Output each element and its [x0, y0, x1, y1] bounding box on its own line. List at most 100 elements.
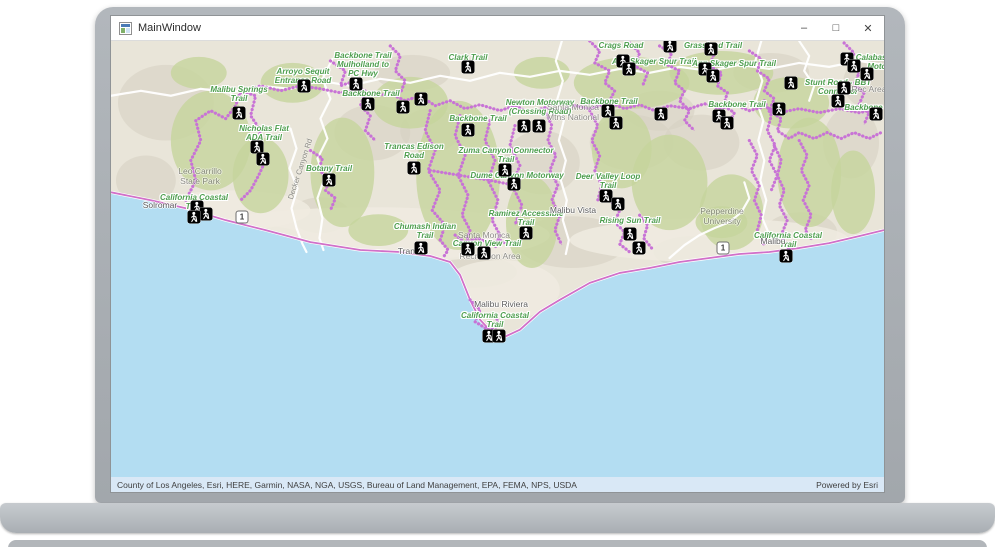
hiker-icon — [365, 98, 372, 110]
minimize-button[interactable]: – — [788, 16, 820, 40]
hiker-marker[interactable] — [414, 92, 428, 106]
hiker-marker[interactable] — [396, 100, 410, 114]
hiker-marker[interactable] — [837, 81, 851, 95]
place-label: Malibu — [760, 236, 786, 246]
trail-label: Deer Valley Loop Trail — [575, 172, 641, 190]
hiker-icon — [481, 247, 488, 259]
hiker-marker[interactable] — [532, 119, 546, 133]
hiker-icon — [465, 61, 472, 73]
hiker-icon — [783, 250, 790, 262]
hiker-icon — [411, 162, 418, 174]
hiker-marker[interactable] — [847, 59, 861, 73]
highway-shield: 1 — [716, 241, 730, 255]
hiker-marker[interactable] — [831, 94, 845, 108]
hiker-marker[interactable] — [779, 249, 793, 263]
laptop-base-edge — [8, 540, 987, 547]
hiker-marker[interactable] — [492, 329, 506, 343]
window-titlebar[interactable]: MainWindow – □ ✕ — [111, 16, 884, 41]
place-label: Rec Area — [851, 84, 884, 94]
hiker-marker[interactable] — [187, 210, 201, 224]
hiker-icon — [353, 78, 360, 90]
hiker-icon — [788, 77, 795, 89]
hiker-marker[interactable] — [232, 106, 246, 120]
trail-label: Backbone Trail — [708, 100, 766, 109]
hiker-marker[interactable] — [199, 207, 213, 221]
trail-label: Trancas Edison Road — [384, 142, 444, 160]
hiker-marker[interactable] — [704, 42, 718, 56]
hiker-marker[interactable] — [609, 116, 623, 130]
hiker-marker[interactable] — [663, 41, 677, 53]
hiker-marker[interactable] — [297, 79, 311, 93]
trail-label: California CoastalTrail — [460, 311, 530, 329]
hiker-marker[interactable] — [519, 226, 533, 240]
hiker-icon — [418, 93, 425, 105]
trail-label: Backbone Trail — [449, 114, 507, 123]
hiker-marker[interactable] — [498, 163, 512, 177]
hiker-icon — [776, 103, 783, 115]
hiker-marker[interactable] — [414, 241, 428, 255]
laptop-screen: MainWindow – □ ✕ Backbone Trail Mulhollan… — [110, 15, 885, 493]
hiker-marker[interactable] — [256, 152, 270, 166]
map-view[interactable]: Backbone Trail Mulholland to PC Hwy Arroyo … — [111, 41, 884, 477]
trail-label: Botany Trail — [305, 164, 353, 173]
hiker-icon — [873, 108, 880, 120]
hiker-icon — [400, 101, 407, 113]
hiker-marker[interactable] — [632, 241, 646, 255]
hiker-icon — [835, 95, 842, 107]
hiker-icon — [710, 70, 717, 82]
attribution-sources: County of Los Angeles, Esri, HERE, Garmi… — [117, 479, 577, 490]
hiker-icon — [496, 330, 503, 342]
hiker-marker[interactable] — [461, 60, 475, 74]
hiker-marker[interactable] — [622, 62, 636, 76]
place-label: Pepperdine University — [700, 206, 744, 226]
hiker-marker[interactable] — [461, 123, 475, 137]
hiker-marker[interactable] — [623, 227, 637, 241]
laptop-mockup: MainWindow – □ ✕ Backbone Trail Mulhollan… — [0, 0, 995, 547]
hiker-icon — [521, 120, 528, 132]
highway-shield: 1 — [235, 210, 249, 224]
hiker-marker[interactable] — [407, 161, 421, 175]
hiker-marker[interactable] — [507, 177, 521, 191]
place-label: Santa Monica — [458, 230, 510, 240]
trail-label: Rising Sun Trail — [599, 216, 661, 225]
close-button[interactable]: ✕ — [852, 16, 884, 40]
laptop-base — [0, 503, 995, 533]
hiker-marker[interactable] — [784, 76, 798, 90]
hiker-marker[interactable] — [772, 102, 786, 116]
place-label: Malibu Vista — [549, 205, 597, 215]
hiker-icon — [626, 63, 633, 75]
hiker-icon — [260, 153, 267, 165]
hiker-icon — [465, 243, 472, 255]
hiker-marker[interactable] — [611, 197, 625, 211]
hiker-marker[interactable] — [860, 67, 874, 81]
hiker-icon — [627, 228, 634, 240]
hiker-icon — [851, 60, 858, 72]
hiker-marker[interactable] — [869, 107, 883, 121]
hiker-icon — [236, 107, 243, 119]
hiker-icon — [301, 80, 308, 92]
attribution-bar: County of Los Angeles, Esri, HERE, Garmi… — [111, 477, 884, 492]
hiker-icon — [191, 211, 198, 223]
trail-label: Nicholas Flat ADA Trail — [239, 124, 289, 142]
map-overlays: Backbone Trail Mulholland to PC Hwy Arroyo … — [111, 41, 884, 477]
hiker-marker[interactable] — [517, 119, 531, 133]
place-label: Santa Monica Mtns National — [547, 102, 599, 122]
place-label: Leo Carrillo State Park — [178, 166, 222, 186]
hiker-marker[interactable] — [477, 246, 491, 260]
hiker-marker[interactable] — [322, 173, 336, 187]
hiker-icon — [658, 108, 665, 120]
hiker-marker[interactable] — [720, 116, 734, 130]
hiker-marker[interactable] — [461, 242, 475, 256]
maximize-button[interactable]: □ — [820, 16, 852, 40]
hiker-icon — [613, 117, 620, 129]
hiker-marker[interactable] — [349, 77, 363, 91]
hiker-marker[interactable] — [361, 97, 375, 111]
hiker-icon — [841, 82, 848, 94]
trail-label: Malibu Springs Trail — [210, 85, 268, 103]
hiker-icon — [511, 178, 518, 190]
hiker-marker[interactable] — [706, 69, 720, 83]
hiker-icon — [667, 41, 674, 52]
hiker-marker[interactable] — [654, 107, 668, 121]
main-window: MainWindow – □ ✕ Backbone Trail Mulhollan… — [110, 15, 885, 493]
powered-by-esri-link[interactable]: Powered by Esri — [816, 480, 878, 490]
